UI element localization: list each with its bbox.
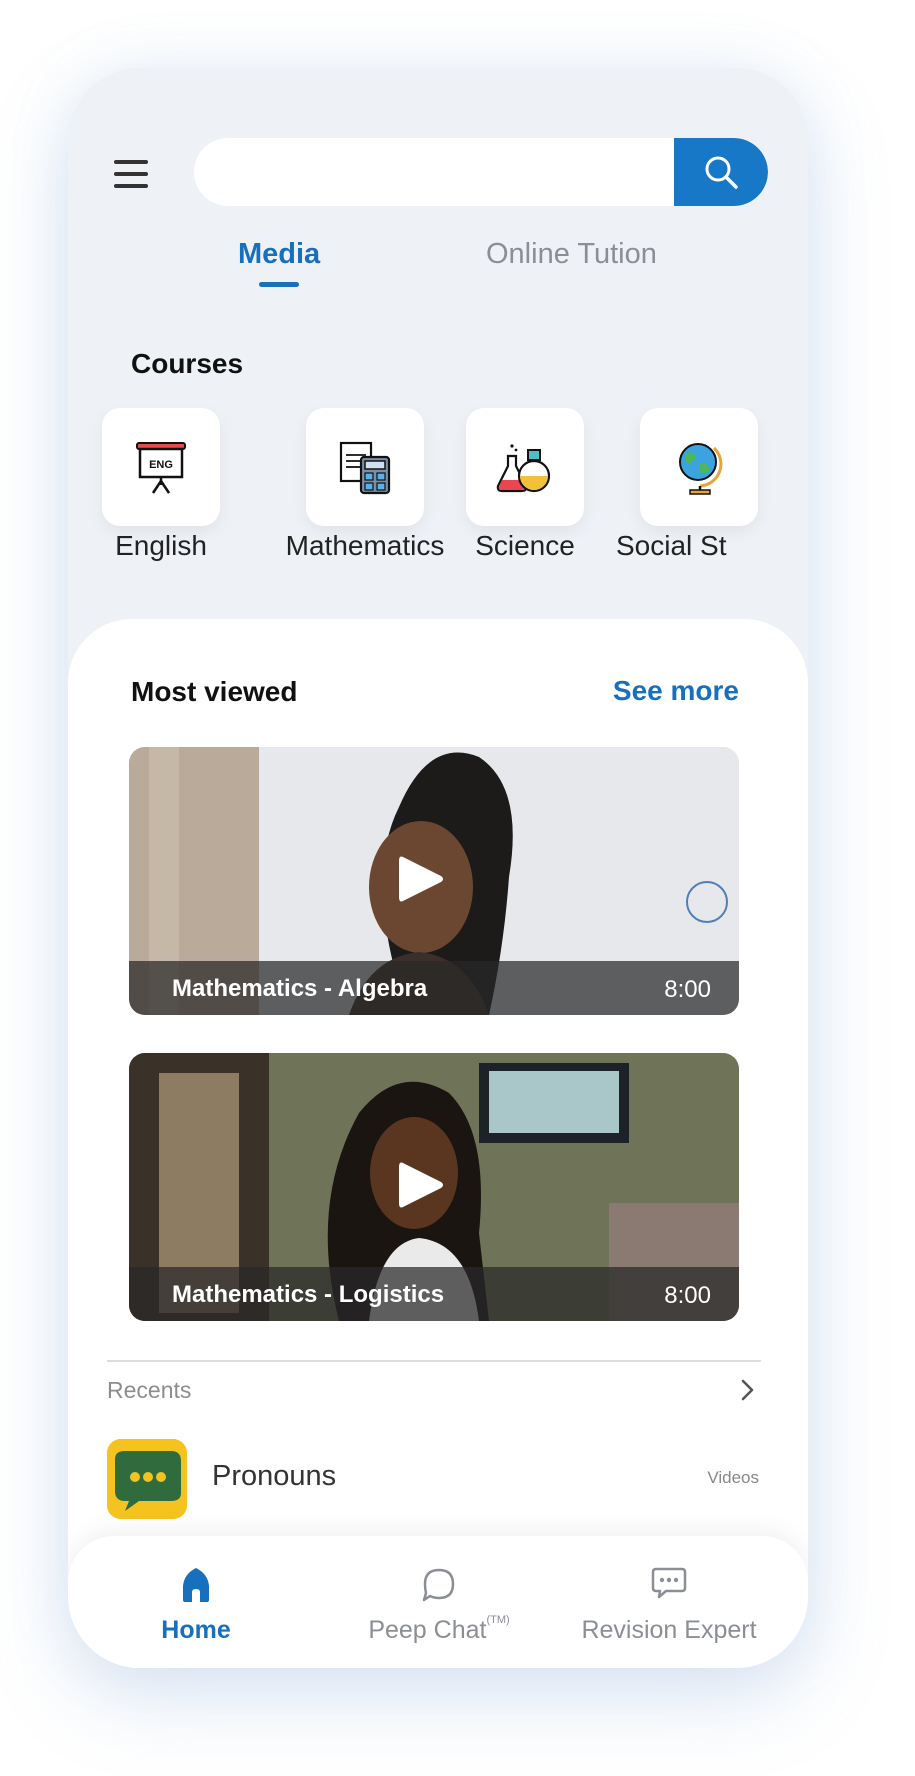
course-tile <box>466 408 584 526</box>
course-label: Mathematics <box>285 530 445 561</box>
play-icon <box>399 1162 443 1208</box>
recents-heading: Recents <box>107 1377 192 1403</box>
nav-label: Peep Chat(TM) <box>334 1613 544 1645</box>
most-viewed-heading: Most viewed <box>131 676 298 707</box>
active-tab-indicator <box>259 282 299 287</box>
search-icon <box>705 156 738 189</box>
divider <box>107 1360 761 1362</box>
course-tile <box>306 408 424 526</box>
list-item[interactable]: Pronouns Videos <box>107 1439 761 1521</box>
presentation-board-icon: ENG <box>136 442 186 494</box>
bottom-navigation: Home Peep Chat(TM) Revision Expert <box>68 1536 808 1668</box>
flasks-icon <box>496 444 551 493</box>
chat-dots-icon <box>651 1567 687 1599</box>
search-bar <box>194 138 768 206</box>
video-title: Mathematics - Algebra <box>172 975 428 1002</box>
tab-online-tution[interactable]: Online Tution <box>486 238 657 271</box>
courses-heading: Courses <box>131 348 244 379</box>
nav-label-text: Peep Chat <box>368 1616 487 1644</box>
nav-label: Home <box>161 1616 231 1644</box>
course-label: English <box>115 530 207 561</box>
course-english[interactable]: ENG English <box>102 408 220 562</box>
chevron-right-icon[interactable] <box>740 1379 754 1401</box>
tab-media[interactable]: Media <box>238 238 320 271</box>
course-science[interactable]: Science <box>466 408 584 562</box>
video-card[interactable]: Mathematics - Algebra 8:00 <box>129 747 739 1015</box>
trademark-superscript: (TM) <box>486 1613 510 1626</box>
nav-label: Revision Expert <box>581 1616 757 1644</box>
home-icon <box>183 1568 209 1602</box>
chat-bubble-icon <box>107 1439 187 1519</box>
nav-home[interactable]: Home <box>108 1536 284 1668</box>
hamburger-menu-icon[interactable] <box>114 156 152 192</box>
recent-item-type: Videos <box>707 1468 759 1487</box>
nav-peep-chat[interactable]: Peep Chat(TM) <box>334 1536 544 1668</box>
course-mathematics[interactable]: Mathematics <box>266 408 464 562</box>
recent-item-title: Pronouns <box>212 1460 337 1492</box>
content-sheet: Most viewed See more Mathematics - Algeb… <box>68 619 808 1668</box>
course-label: Science <box>475 530 575 561</box>
video-title: Mathematics - Logistics <box>172 1281 445 1308</box>
course-tile <box>640 408 758 526</box>
search-button[interactable] <box>674 138 768 206</box>
video-duration: 8:00 <box>664 976 711 1003</box>
course-tile: ENG <box>102 408 220 526</box>
course-label: Social St <box>616 530 727 561</box>
video-duration: 8:00 <box>664 1282 711 1309</box>
chat-bubble-outline-icon <box>422 1568 455 1602</box>
search-input[interactable] <box>194 138 674 206</box>
globe-icon <box>679 443 723 495</box>
calculator-icon <box>339 441 391 495</box>
see-more-link[interactable]: See more <box>613 675 739 707</box>
play-icon <box>399 856 443 902</box>
video-card[interactable]: Mathematics - Logistics 8:00 <box>129 1053 739 1321</box>
nav-revision-expert[interactable]: Revision Expert <box>564 1536 774 1668</box>
phone-screen: Media Online Tution Courses ENG English <box>68 68 808 1668</box>
course-social-studies[interactable]: Social St <box>616 408 806 562</box>
board-text: ENG <box>149 459 173 471</box>
